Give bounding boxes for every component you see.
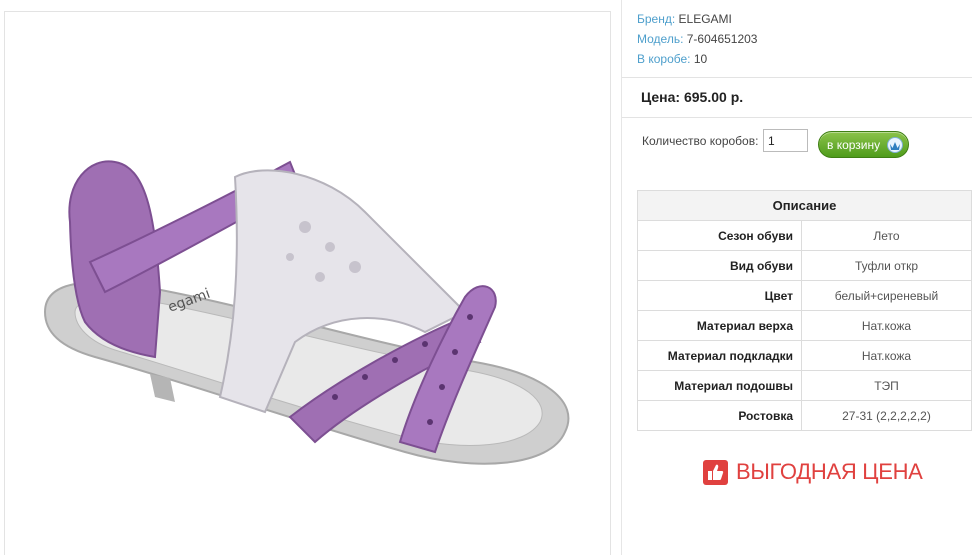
model-label[interactable]: Модель:	[637, 32, 683, 46]
column-divider	[621, 0, 622, 555]
row-label: Вид обуви	[637, 250, 802, 281]
table-row: Вид обуви Туфли откр	[637, 250, 972, 281]
box-value: 10	[693, 52, 708, 66]
row-label: Цвет	[637, 280, 802, 311]
row-value: ТЭП	[801, 370, 972, 401]
description-title: Описание	[637, 190, 972, 221]
price: Цена: 695.00 р.	[641, 89, 744, 105]
table-row: Материал верха Нат.кожа	[637, 310, 972, 341]
product-image[interactable]: egami	[4, 11, 611, 555]
sandal-image: egami	[43, 160, 570, 465]
row-label: Сезон обуви	[637, 220, 802, 251]
table-row: Материал подкладки Нат.кожа	[637, 340, 972, 371]
row-value: 27-31 (2,2,2,2,2)	[801, 400, 972, 431]
row-label: Материал верха	[637, 310, 802, 341]
row-value: Нат.кожа	[801, 340, 972, 371]
table-row: Сезон обуви Лето	[637, 220, 972, 251]
quantity-label: Количество коробов:	[642, 134, 759, 148]
row-value: белый+сиреневый	[801, 280, 972, 311]
brand-row: Бренд: ELEGAMI	[637, 9, 972, 29]
table-row: Цвет белый+сиреневый	[637, 280, 972, 311]
promo-text: ВЫГОДНАЯ ЦЕНА	[736, 459, 923, 484]
promo-banner: ВЫГОДНАЯ ЦЕНА	[703, 459, 923, 485]
brand-label[interactable]: Бренд:	[637, 12, 675, 26]
table-row: Ростовка 27-31 (2,2,2,2,2)	[637, 400, 972, 431]
divider	[622, 117, 972, 118]
description-table: Описание Сезон обуви Лето Вид обуви Туфл…	[637, 190, 972, 431]
box-row: В коробе: 10	[637, 49, 972, 69]
row-value: Лето	[801, 220, 972, 251]
divider	[622, 77, 972, 78]
table-row: Материал подошвы ТЭП	[637, 370, 972, 401]
box-label[interactable]: В коробе:	[637, 52, 691, 66]
thumbs-up-icon	[703, 459, 728, 485]
row-label: Материал подошвы	[637, 370, 802, 401]
row-label: Ростовка	[637, 400, 802, 431]
row-label: Материал подкладки	[637, 340, 802, 371]
add-to-cart-button[interactable]: в корзину	[818, 131, 909, 158]
brand-value: ELEGAMI	[678, 12, 732, 26]
row-value: Туфли откр	[801, 250, 972, 281]
add-to-cart-label: в корзину	[827, 137, 881, 152]
crown-icon	[887, 137, 903, 153]
model-row: Модель: 7-604651203	[637, 29, 972, 49]
model-value: 7-604651203	[686, 32, 758, 46]
product-info: Бренд: ELEGAMI Модель: 7-604651203 В кор…	[637, 9, 972, 69]
row-value: Нат.кожа	[801, 310, 972, 341]
quantity-input[interactable]	[763, 129, 808, 152]
